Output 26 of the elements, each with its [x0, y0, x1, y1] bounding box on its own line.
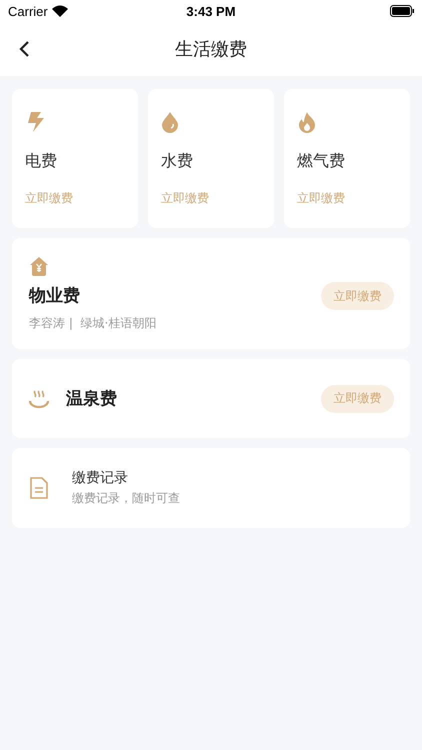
- back-chevron-icon: [18, 40, 30, 58]
- battery-icon: [390, 5, 414, 17]
- records-title: 缴费记录: [72, 469, 128, 487]
- hot-spring-card[interactable]: 温泉费 立即缴费: [12, 359, 410, 438]
- carrier-label: Carrier: [8, 4, 48, 18]
- owner-address: 李容涛 | 绿城·桂语朝阳: [29, 315, 156, 332]
- property-fee-title: 物业费: [29, 285, 80, 307]
- utility-name: 水费: [161, 151, 193, 172]
- wifi-icon: [52, 5, 68, 17]
- utility-name: 燃气费: [297, 151, 345, 172]
- payment-records-card[interactable]: 缴费记录 缴费记录，随时可查: [12, 448, 410, 528]
- utility-card[interactable]: 水费 立即缴费: [148, 89, 274, 228]
- clock-time: 3:43 PM: [186, 4, 236, 18]
- page-title: 生活缴费: [175, 38, 247, 61]
- hot-spring-icon: [29, 388, 49, 408]
- utility-name: 电费: [25, 151, 57, 172]
- hot-spring-title: 温泉费: [66, 388, 118, 410]
- utility-card[interactable]: 电费 立即缴费: [12, 89, 138, 228]
- document-icon: [29, 477, 49, 499]
- lightning-icon: [25, 111, 47, 133]
- flame-icon: [297, 111, 317, 133]
- water-drop-icon: [161, 111, 179, 133]
- utility-card[interactable]: 燃气费 立即缴费: [284, 89, 410, 228]
- property-fee-card[interactable]: 物业费 李容涛 | 绿城·桂语朝阳 立即缴费: [12, 238, 410, 349]
- records-subtitle: 缴费记录，随时可查: [72, 490, 180, 507]
- house-yen-icon: [29, 256, 49, 276]
